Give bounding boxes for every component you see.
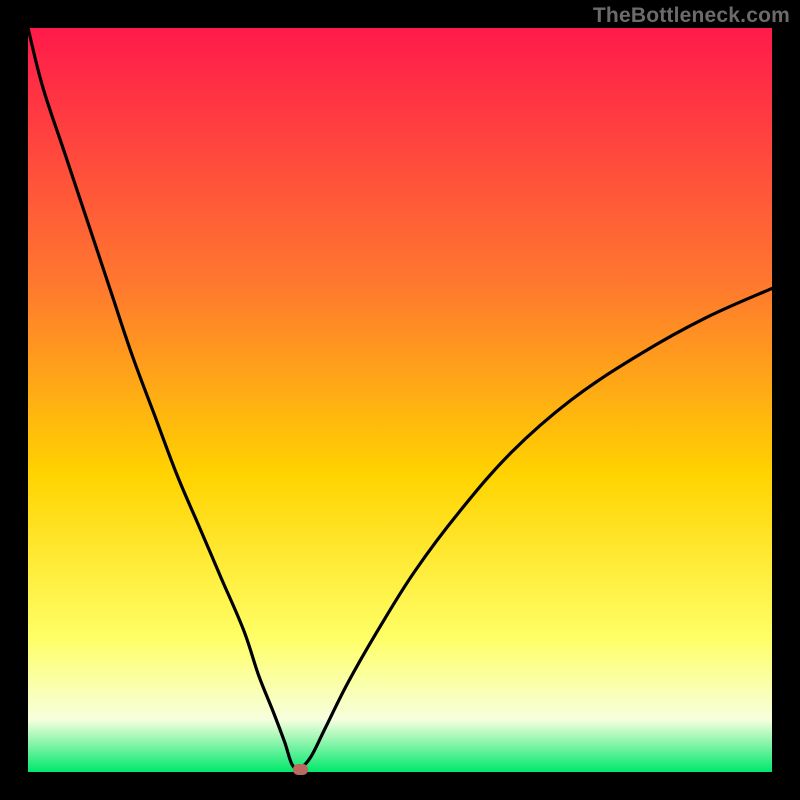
gradient-background <box>28 28 772 772</box>
chart-frame: TheBottleneck.com <box>0 0 800 800</box>
plot-svg <box>28 28 772 772</box>
minimum-marker <box>293 764 308 775</box>
plot-area <box>28 28 772 772</box>
watermark-label: TheBottleneck.com <box>593 4 790 28</box>
